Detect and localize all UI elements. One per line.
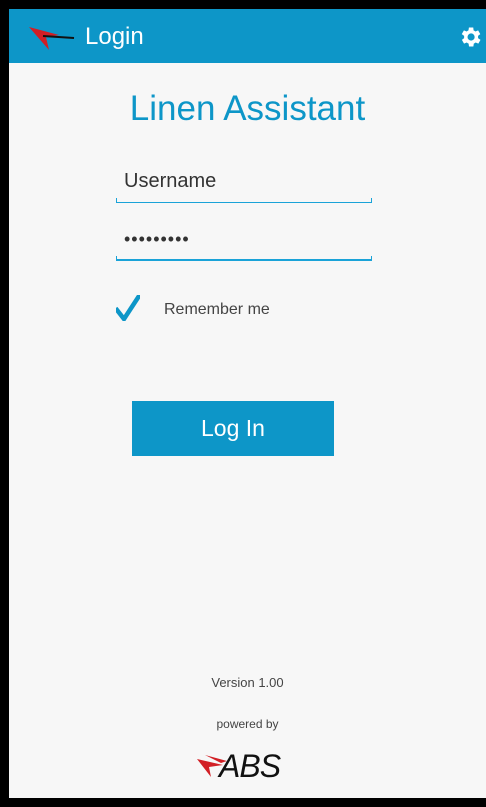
app-title: Linen Assistant bbox=[129, 89, 366, 128]
gear-icon[interactable] bbox=[457, 24, 483, 50]
underline-tick bbox=[371, 256, 372, 261]
username-input[interactable] bbox=[116, 163, 372, 199]
checkmark-icon bbox=[116, 295, 140, 321]
remember-me-label: Remember me bbox=[164, 301, 270, 318]
login-screen: Login Linen Assistant Remember me Log In… bbox=[9, 9, 486, 798]
brand-name: ABS bbox=[219, 748, 281, 784]
username-field-wrapper bbox=[116, 163, 372, 203]
password-field-wrapper bbox=[116, 221, 372, 261]
underline-tick bbox=[116, 256, 117, 261]
abs-logo-icon bbox=[29, 27, 75, 50]
powered-by-text: powered by bbox=[216, 717, 279, 731]
abs-brand-logo: ABS bbox=[197, 747, 317, 787]
password-underline bbox=[116, 259, 372, 261]
underline-tick bbox=[116, 198, 117, 203]
screen-title: Login bbox=[85, 23, 144, 50]
version-text: Version 1.00 bbox=[211, 675, 284, 690]
username-underline bbox=[116, 202, 372, 203]
underline-tick bbox=[371, 198, 372, 203]
login-button[interactable]: Log In bbox=[132, 401, 334, 456]
app-bar: Login bbox=[9, 9, 486, 63]
remember-me-checkbox[interactable]: Remember me bbox=[116, 294, 316, 324]
password-input[interactable] bbox=[116, 221, 372, 257]
